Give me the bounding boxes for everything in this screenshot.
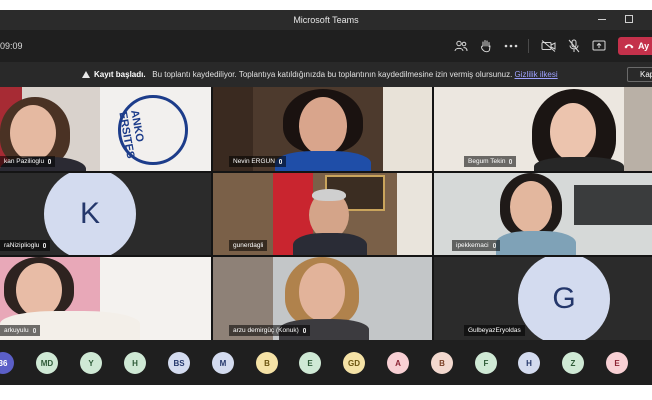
- warning-icon: [82, 71, 90, 78]
- avatar: K: [44, 173, 136, 255]
- participant-name: ipekkemaci: [452, 240, 500, 251]
- meeting-toolbar: 09:09 Ay: [0, 30, 652, 62]
- mic-off-icon[interactable]: [566, 38, 582, 54]
- window-background: [574, 185, 652, 225]
- wall-background: [383, 87, 432, 171]
- participant-name: arkuyulu: [0, 325, 40, 336]
- privacy-link[interactable]: Gizlilik ilkesi: [515, 70, 558, 79]
- participant-name: kan Pazilioglu: [0, 156, 56, 167]
- hang-up-icon: [624, 44, 634, 49]
- participant-name: raNiziplioglu: [0, 240, 51, 251]
- mic-icon: [278, 159, 282, 164]
- roster-avatar[interactable]: B: [256, 352, 278, 374]
- wall-background: [397, 173, 432, 255]
- window-title: Microsoft Teams: [293, 15, 359, 25]
- roster-avatar[interactable]: Z: [562, 352, 584, 374]
- mic-icon: [492, 243, 496, 248]
- video-tile[interactable]: Nevin ERGUN: [213, 87, 432, 171]
- video-tile[interactable]: G GulbeyazEryoldas: [434, 257, 652, 340]
- wall-background: [624, 87, 652, 171]
- mic-icon: [509, 159, 513, 164]
- mic-icon: [48, 159, 52, 164]
- dismiss-banner-button[interactable]: Kap: [627, 67, 652, 82]
- participant-name: arzu demirgüç (Konuk): [229, 325, 310, 336]
- roster-avatar[interactable]: H: [124, 352, 146, 374]
- raise-hand-icon[interactable]: [478, 38, 494, 54]
- minimize-icon[interactable]: [598, 19, 606, 20]
- video-tile[interactable]: ANKO ERSITES kan Pazilioglu: [0, 87, 211, 171]
- leave-label: Ay: [638, 41, 650, 51]
- mic-icon: [302, 328, 306, 333]
- roster-avatar[interactable]: GD: [343, 352, 365, 374]
- participant-name: Nevin ERGUN: [229, 156, 286, 167]
- recording-title: Kayıt başladı.: [94, 70, 146, 79]
- meeting-timer: 09:09: [0, 41, 23, 51]
- roster-avatar[interactable]: BS: [168, 352, 190, 374]
- video-tile[interactable]: gunerdagli: [213, 173, 432, 255]
- participant-roster: 36 MD Y H BS M B E GD A B F H Z E: [0, 340, 652, 385]
- video-tile[interactable]: K raNiziplioglu: [0, 173, 211, 255]
- roster-avatar[interactable]: B: [431, 352, 453, 374]
- roster-avatar[interactable]: Y: [80, 352, 102, 374]
- mic-icon: [32, 328, 36, 333]
- roster-avatar[interactable]: MD: [36, 352, 58, 374]
- recording-banner: Kayıt başladı. Bu toplantı kaydediliyor.…: [0, 62, 652, 87]
- participant-name: Begum Tekin: [464, 156, 517, 167]
- roster-avatar[interactable]: M: [212, 352, 234, 374]
- video-tile[interactable]: Begum Tekin: [434, 87, 652, 171]
- video-tile[interactable]: ipekkemaci: [434, 173, 652, 255]
- roster-avatar[interactable]: E: [299, 352, 321, 374]
- avatar: G: [518, 257, 610, 340]
- video-tile[interactable]: arkuyulu: [0, 257, 211, 340]
- roster-avatar[interactable]: E: [606, 352, 628, 374]
- share-screen-icon[interactable]: [591, 38, 607, 54]
- video-tile[interactable]: arzu demirgüç (Konuk): [213, 257, 432, 340]
- video-stage: ANKO ERSITES kan Pazilioglu Nevin ERGUN …: [0, 87, 652, 340]
- mic-icon: [43, 243, 47, 248]
- recording-message: Kayıt başladı. Bu toplantı kaydediliyor.…: [82, 70, 558, 79]
- roster-avatar[interactable]: A: [387, 352, 409, 374]
- window-titlebar: Microsoft Teams: [0, 10, 652, 30]
- toolbar-divider: [528, 39, 529, 53]
- leave-button[interactable]: Ay: [618, 37, 652, 55]
- participant-name: gunerdagli: [229, 240, 268, 251]
- participant-name: GulbeyazEryoldas: [464, 325, 525, 336]
- more-options-icon[interactable]: [503, 38, 519, 54]
- participants-icon[interactable]: [453, 38, 469, 54]
- maximize-icon[interactable]: [625, 15, 633, 23]
- camera-off-icon[interactable]: [541, 38, 557, 54]
- roster-avatar[interactable]: H: [518, 352, 540, 374]
- roster-avatar[interactable]: 36: [0, 352, 14, 374]
- roster-avatar[interactable]: F: [475, 352, 497, 374]
- recording-text: Bu toplantı kaydediliyor. Toplantıya kat…: [152, 70, 513, 79]
